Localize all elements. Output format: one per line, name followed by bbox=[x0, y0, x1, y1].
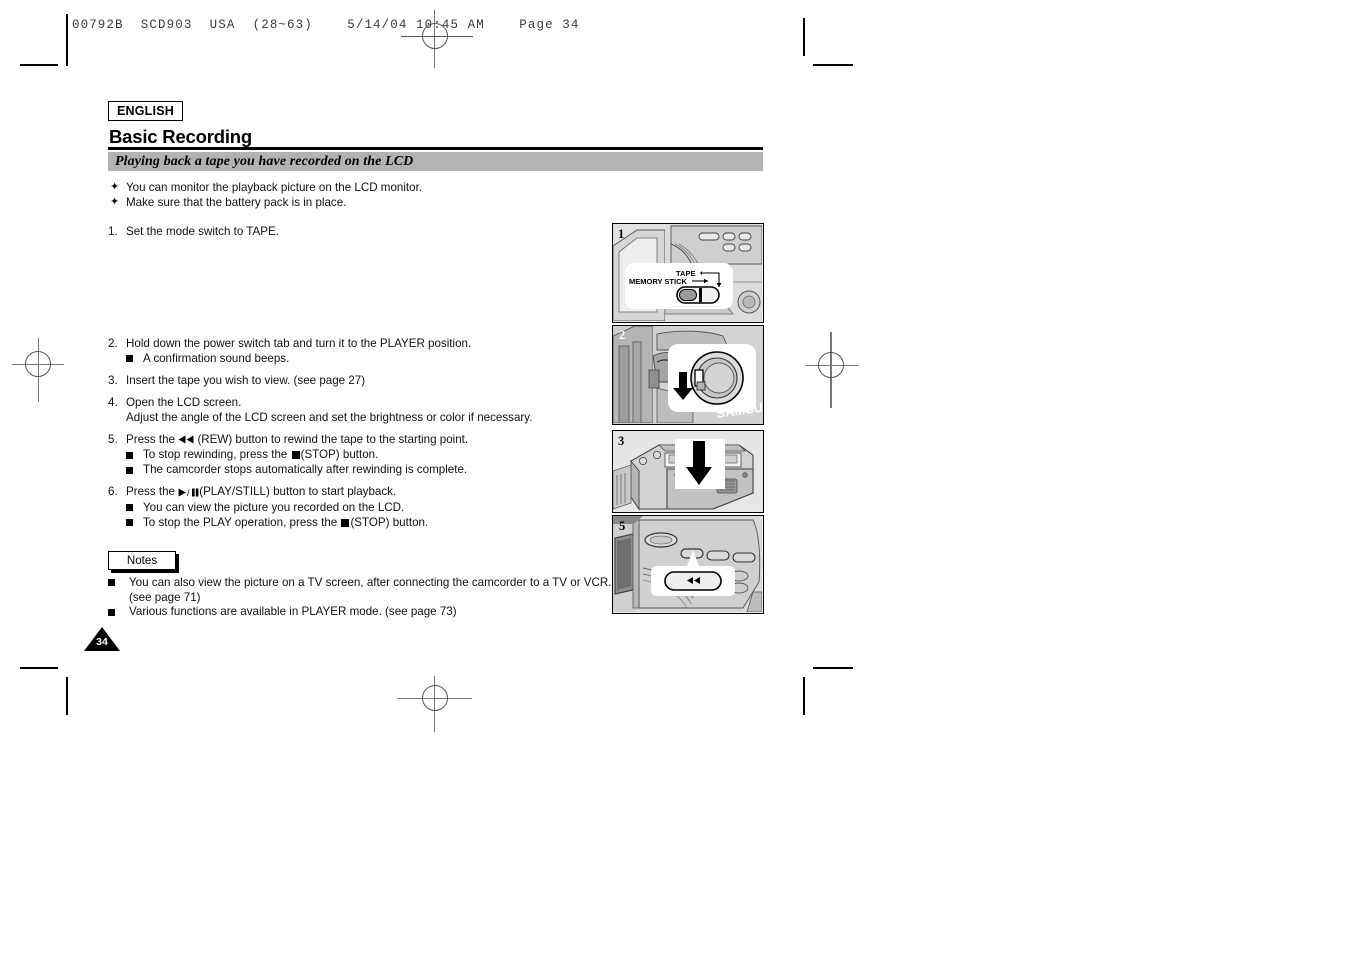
illustration-panel-3: 3 bbox=[612, 430, 764, 513]
illustration-panel-1: TAPE MEMORY STICK 1 bbox=[612, 223, 764, 323]
step-5-sub-1: To stop rewinding, press the (STOP) butt… bbox=[108, 447, 608, 462]
sub-text-post: (STOP) button. bbox=[300, 448, 379, 462]
intro-bullets: ✦ You can monitor the playback picture o… bbox=[110, 180, 670, 210]
note-text: Various functions are available in PLAYE… bbox=[129, 605, 457, 619]
step-text: Open the LCD screen. bbox=[126, 396, 242, 409]
sub-text: The camcorder stops automatically after … bbox=[143, 463, 468, 477]
step-6: 6. Press the / (PLAY/STILL) button to sta… bbox=[108, 484, 608, 499]
intro-bullet-text: You can monitor the playback picture on … bbox=[126, 181, 423, 194]
step-text-post: (PLAY/STILL) button to start playback. bbox=[199, 485, 397, 499]
sub-text: You can view the picture you recorded on… bbox=[143, 500, 405, 514]
intro-bullet-text: Make sure that the battery pack is in pl… bbox=[126, 196, 347, 209]
square-bullet-icon bbox=[126, 515, 143, 530]
panel-number-1: 1 bbox=[618, 227, 625, 241]
step-3: 3. Insert the tape you wish to view. (se… bbox=[108, 373, 608, 388]
step-text: Insert the tape you wish to view. (see p… bbox=[126, 374, 366, 387]
list-item: ✦ Make sure that the battery pack is in … bbox=[110, 195, 670, 210]
sub-text-post: (STOP) button. bbox=[350, 515, 429, 529]
step-number: 2. bbox=[108, 337, 118, 350]
sub-text-pre: To stop rewinding, press the bbox=[143, 448, 291, 462]
step-text-line2: Adjust the angle of the LCD screen and s… bbox=[126, 411, 533, 424]
sub-text-pre: To stop the PLAY operation, press the bbox=[143, 515, 341, 529]
panel-number-3: 3 bbox=[618, 434, 625, 448]
language-badge: ENGLISH bbox=[108, 101, 183, 121]
step-1: 1. Set the mode switch to TAPE. bbox=[108, 224, 608, 239]
notes-label-box: Notes bbox=[108, 551, 176, 570]
clover-bullet-icon: ✦ bbox=[110, 196, 120, 208]
play-still-icon: / bbox=[178, 485, 199, 500]
note-text-line2: (see page 71) bbox=[129, 590, 201, 604]
note-item-2: Various functions are available in PLAYE… bbox=[108, 605, 628, 620]
notes-label: Notes bbox=[126, 554, 158, 567]
panel-number-2: 2 bbox=[619, 328, 626, 342]
square-bullet-icon bbox=[126, 351, 143, 366]
step-text-pre: Press the bbox=[126, 433, 179, 446]
square-bullet-icon bbox=[108, 576, 129, 591]
step-number: 1. bbox=[108, 225, 118, 238]
page-number: 34 bbox=[96, 636, 108, 648]
note-item-1: You can also view the picture on a TV sc… bbox=[108, 576, 628, 605]
list-item: ✦ You can monitor the playback picture o… bbox=[110, 180, 670, 195]
rewind-icon bbox=[178, 432, 194, 447]
square-bullet-icon bbox=[126, 447, 143, 462]
step-2-sub-1: A confirmation sound beeps. bbox=[108, 351, 608, 366]
title-rule bbox=[108, 147, 763, 150]
step-number: 4. bbox=[108, 396, 118, 409]
step-5: 5. Press the (REW) button to rewind the … bbox=[108, 432, 608, 447]
square-bullet-icon bbox=[108, 605, 129, 620]
sub-text: A confirmation sound beeps. bbox=[143, 352, 290, 365]
step-5-sub-2: The camcorder stops automatically after … bbox=[108, 462, 608, 477]
manual-page: ENGLISH Basic Recording Playing back a t… bbox=[0, 0, 1351, 954]
svg-text:MEMORY STICK: MEMORY STICK bbox=[629, 277, 688, 286]
step-6-sub-1: You can view the picture you recorded on… bbox=[108, 500, 608, 515]
step-4: 4. Open the LCD screen. Adjust the angle… bbox=[108, 395, 608, 425]
step-text: Set the mode switch to TAPE. bbox=[126, 225, 279, 238]
svg-text:/: / bbox=[187, 488, 190, 497]
note-text: You can also view the picture on a TV sc… bbox=[129, 576, 612, 589]
step-text: Hold down the power switch tab and turn … bbox=[126, 337, 472, 350]
panel-number-5: 5 bbox=[619, 519, 626, 533]
notes-list: You can also view the picture on a TV sc… bbox=[108, 576, 628, 620]
square-bullet-icon bbox=[126, 500, 143, 515]
page-number-badge: 34 bbox=[84, 627, 120, 651]
clover-bullet-icon: ✦ bbox=[110, 181, 120, 193]
step-number: 6. bbox=[108, 485, 118, 499]
square-bullet-icon bbox=[126, 462, 143, 477]
illustration-panel-5: 5 bbox=[612, 515, 764, 614]
step-text-post: (REW) button to rewind the tape to the s… bbox=[197, 433, 469, 446]
page-title: Basic Recording bbox=[109, 126, 252, 147]
step-2: 2. Hold down the power switch tab and tu… bbox=[108, 336, 608, 351]
section-title: Playing back a tape you have recorded on… bbox=[115, 153, 414, 169]
step-6-sub-2: To stop the PLAY operation, press the (S… bbox=[108, 515, 608, 530]
stop-icon bbox=[341, 518, 350, 527]
illustration-panel-2: SAMSUNG 2 bbox=[612, 325, 764, 425]
steps-list: 1. Set the mode switch to TAPE. 2. Hold … bbox=[108, 224, 608, 530]
step-number: 5. bbox=[108, 433, 118, 446]
step-text-pre: Press the bbox=[126, 485, 179, 499]
section-banner: Playing back a tape you have recorded on… bbox=[108, 152, 763, 171]
stop-icon bbox=[291, 451, 300, 460]
step-number: 3. bbox=[108, 374, 118, 387]
